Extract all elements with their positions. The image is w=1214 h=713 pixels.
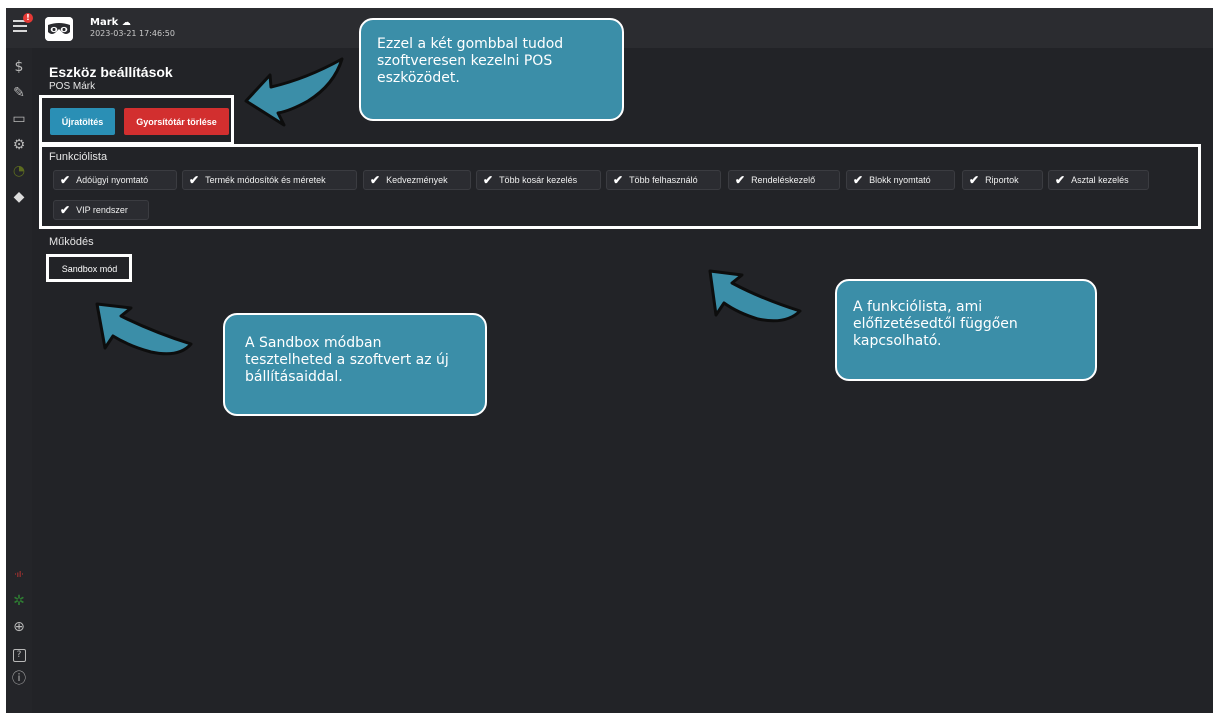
feature-chip[interactable]: ✔ Kedvezmények xyxy=(363,170,471,190)
edit-icon[interactable]: ✎ xyxy=(10,84,28,102)
feature-chip-label: Termék módosítók és méretek xyxy=(205,175,326,185)
callout-buttons-text: Ezzel a két gombbal tudod szoftveresen k… xyxy=(377,36,564,86)
sandbox-mode-button[interactable]: Sandbox mód xyxy=(50,258,129,279)
check-icon: ✔ xyxy=(483,173,494,187)
feature-chip[interactable]: ✔ Termék módosítók és méretek xyxy=(182,170,357,190)
arrow-to-buttons-icon xyxy=(244,57,344,127)
notification-badge: ! xyxy=(23,13,33,23)
check-icon: ✔ xyxy=(370,173,381,187)
help-icon[interactable]: ? xyxy=(10,644,28,662)
check-icon: ✔ xyxy=(853,173,864,187)
feature-chip[interactable]: ✔ Több felhasználó xyxy=(606,170,721,190)
feature-chip-label: Kedvezmények xyxy=(386,175,448,185)
gear-icon[interactable]: ⚙ xyxy=(10,136,28,154)
check-icon: ✔ xyxy=(60,173,71,187)
app-window: ! Mark ☁ 2023-03-21 17:46:50 $ ✎ ▭ ⚙ ◔ ◆… xyxy=(6,8,1213,713)
feature-chip-label: Asztal kezelés xyxy=(1071,175,1129,185)
check-icon: ✔ xyxy=(1055,173,1066,187)
callout-features: A funkciólista, ami előfizetésedtől függ… xyxy=(835,279,1097,381)
feature-chip[interactable]: ✔ VIP rendszer xyxy=(53,200,149,220)
feature-chip[interactable]: ✔ Adóügyi nyomtató xyxy=(53,170,177,190)
feature-chip-label: Blokk nyomtató xyxy=(869,175,931,185)
dollar-icon[interactable]: $ xyxy=(10,58,28,76)
feature-chip[interactable]: ✔ Asztal kezelés xyxy=(1048,170,1149,190)
operation-label: Működés xyxy=(49,236,94,248)
arrow-to-features-icon xyxy=(708,269,802,323)
check-icon: ✔ xyxy=(613,173,624,187)
cloud-icon: ☁ xyxy=(121,18,131,28)
receipt-icon[interactable]: ▭ xyxy=(10,110,28,128)
feature-chip-label: Több kosár kezelés xyxy=(499,175,578,185)
check-icon: ✔ xyxy=(735,173,746,187)
callout-features-text: A funkciólista, ami előfizetésedtől függ… xyxy=(853,299,1018,349)
page-title: Eszköz beállítások xyxy=(49,64,173,80)
help-glyph: ? xyxy=(12,649,26,662)
feature-chip-label: VIP rendszer xyxy=(76,205,128,215)
clear-cache-button[interactable]: Gyorsítótár törlése xyxy=(124,108,229,135)
features-label: Funkciólista xyxy=(49,151,108,163)
reload-button[interactable]: Újratöltés xyxy=(50,108,115,135)
check-icon: ✔ xyxy=(60,203,71,217)
feature-chip[interactable]: ✔ Több kosár kezelés xyxy=(476,170,601,190)
globe-icon[interactable]: ⊕ xyxy=(10,618,28,636)
info-icon[interactable]: ⓘ xyxy=(10,670,28,688)
signal-icon: ·ıl· xyxy=(14,570,24,579)
page-subtitle: POS Márk xyxy=(49,81,96,92)
feature-chip[interactable]: ✔ Riportok xyxy=(962,170,1043,190)
feature-chip-label: Adóügyi nyomtató xyxy=(76,175,149,185)
sidebar: $ ✎ ▭ ⚙ ◔ ◆ ·ıl· ✲ ⊕ ? ⓘ xyxy=(6,48,32,713)
check-icon: ✔ xyxy=(969,173,980,187)
arrow-to-sandbox-icon xyxy=(95,302,193,356)
feature-chip-label: Riportok xyxy=(985,175,1019,185)
feature-chip[interactable]: ✔ Blokk nyomtató xyxy=(846,170,955,190)
user-name: Mark ☁ xyxy=(90,17,131,28)
check-icon: ✔ xyxy=(189,173,200,187)
network-icon: ✲ xyxy=(13,593,25,609)
feature-chip-label: Rendeléskezelő xyxy=(751,175,816,185)
tag-icon[interactable]: ◆ xyxy=(10,188,28,206)
timer-icon[interactable]: ◔ xyxy=(10,162,28,180)
avatar[interactable] xyxy=(45,17,73,41)
datetime: 2023-03-21 17:46:50 xyxy=(90,29,175,38)
feature-chip[interactable]: ✔ Rendeléskezelő xyxy=(728,170,840,190)
callout-buttons: Ezzel a két gombbal tudod szoftveresen k… xyxy=(359,18,624,121)
callout-sandbox: A Sandbox módban tesztelheted a szoftver… xyxy=(223,313,487,416)
callout-sandbox-text: A Sandbox módban tesztelheted a szoftver… xyxy=(245,335,449,385)
feature-chip-label: Több felhasználó xyxy=(629,175,698,185)
